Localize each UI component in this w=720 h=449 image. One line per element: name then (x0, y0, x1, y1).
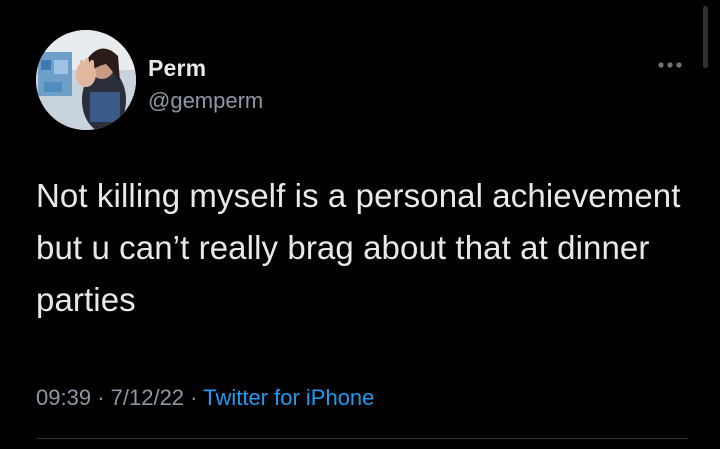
display-name[interactable]: Perm (148, 55, 206, 82)
meta-separator: · (190, 385, 198, 410)
divider (36, 438, 688, 439)
tweet-card: Perm @gemperm Not killing myself is a pe… (0, 0, 720, 449)
tweet-time[interactable]: 09:39 (36, 385, 91, 410)
meta-separator: · (97, 385, 105, 410)
scrollbar[interactable] (703, 6, 708, 68)
tweet-date[interactable]: 7/12/22 (111, 385, 184, 410)
tweet-text: Not killing myself is a personal achieve… (36, 177, 681, 318)
more-horizontal-icon[interactable] (653, 58, 687, 72)
avatar-photo (36, 30, 136, 130)
avatar[interactable] (36, 30, 136, 130)
user-handle[interactable]: @gemperm (148, 88, 263, 114)
tweet-meta: 09:39 · 7/12/22 · Twitter for iPhone (36, 385, 374, 411)
tweet-source-link[interactable]: Twitter for iPhone (203, 385, 374, 410)
